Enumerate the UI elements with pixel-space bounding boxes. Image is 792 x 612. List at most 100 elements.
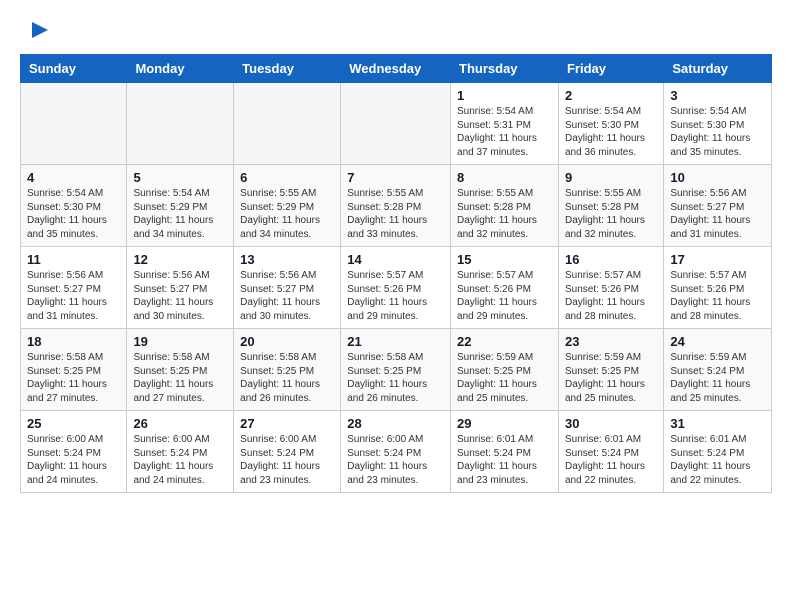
day-number: 15 — [457, 252, 552, 267]
day-info: Sunrise: 5:55 AM Sunset: 5:28 PM Dayligh… — [565, 187, 657, 241]
day-info: Sunrise: 5:57 AM Sunset: 5:26 PM Dayligh… — [457, 269, 552, 323]
day-number: 10 — [670, 170, 765, 185]
calendar-cell: 1 Sunrise: 5:54 AM Sunset: 5:31 PM Daylig… — [451, 83, 559, 165]
day-number: 3 — [670, 88, 765, 103]
day-number: 16 — [565, 252, 657, 267]
day-info: Sunrise: 5:58 AM Sunset: 5:25 PM Dayligh… — [27, 351, 120, 405]
day-number: 25 — [27, 416, 120, 431]
calendar-week-1: 4Sunrise: 5:54 AM Sunset: 5:30 PM Daylig… — [21, 165, 772, 247]
day-info: Sunrise: 5:55 AM Sunset: 5:29 PM Dayligh… — [240, 187, 334, 241]
header — [20, 16, 772, 44]
calendar-cell: 11 Sunrise: 5:56 AM Sunset: 5:27 PM Dayli… — [21, 247, 127, 329]
day-info: Sunrise: 5:57 AM Sunset: 5:26 PM Dayligh… — [565, 269, 657, 323]
calendar-header-sunday: Sunday — [21, 55, 127, 83]
day-info: Sunrise: 5:57 AM Sunset: 5:26 PM Dayligh… — [670, 269, 765, 323]
calendar-cell: 16 Sunrise: 5:57 AM Sunset: 5:26 PM Dayli… — [558, 247, 663, 329]
day-number: 2 — [565, 88, 657, 103]
calendar-header-row: SundayMondayTuesdayWednesdayThursdayFrid… — [21, 55, 772, 83]
day-info: Sunrise: 5:58 AM Sunset: 5:25 PM Dayligh… — [347, 351, 444, 405]
day-info: Sunrise: 6:00 AM Sunset: 5:24 PM Dayligh… — [27, 433, 120, 487]
day-info: Sunrise: 5:59 AM Sunset: 5:25 PM Dayligh… — [565, 351, 657, 405]
calendar-week-4: 25 Sunrise: 6:00 AM Sunset: 5:24 PM Dayli… — [21, 411, 772, 493]
day-number: 7 — [347, 170, 444, 185]
calendar-cell: 7 Sunrise: 5:55 AM Sunset: 5:28 PM Daylig… — [341, 165, 451, 247]
calendar-cell: 27Sunrise: 6:00 AM Sunset: 5:24 PM Dayli… — [234, 411, 341, 493]
page: SundayMondayTuesdayWednesdayThursdayFrid… — [0, 0, 792, 509]
day-number: 23 — [565, 334, 657, 349]
day-info: Sunrise: 5:56 AM Sunset: 5:27 PM Dayligh… — [240, 269, 334, 323]
calendar-cell: 15 Sunrise: 5:57 AM Sunset: 5:26 PM Dayli… — [451, 247, 559, 329]
day-number: 5 — [133, 170, 227, 185]
calendar-cell: 6 Sunrise: 5:55 AM Sunset: 5:29 PM Daylig… — [234, 165, 341, 247]
calendar-cell: 14Sunrise: 5:57 AM Sunset: 5:26 PM Dayli… — [341, 247, 451, 329]
day-number: 11 — [27, 252, 120, 267]
calendar-cell: 10 Sunrise: 5:56 AM Sunset: 5:27 PM Dayli… — [664, 165, 772, 247]
calendar-cell — [234, 83, 341, 165]
calendar-header-saturday: Saturday — [664, 55, 772, 83]
day-info: Sunrise: 6:01 AM Sunset: 5:24 PM Dayligh… — [457, 433, 552, 487]
calendar-cell: 2 Sunrise: 5:54 AM Sunset: 5:30 PM Daylig… — [558, 83, 663, 165]
calendar-cell: 22 Sunrise: 5:59 AM Sunset: 5:25 PM Dayli… — [451, 329, 559, 411]
day-number: 28 — [347, 416, 444, 431]
day-info: Sunrise: 5:55 AM Sunset: 5:28 PM Dayligh… — [347, 187, 444, 241]
calendar-cell: 5 Sunrise: 5:54 AM Sunset: 5:29 PM Daylig… — [127, 165, 234, 247]
day-number: 12 — [133, 252, 227, 267]
day-info: Sunrise: 5:56 AM Sunset: 5:27 PM Dayligh… — [670, 187, 765, 241]
calendar-cell: 24 Sunrise: 5:59 AM Sunset: 5:24 PM Dayli… — [664, 329, 772, 411]
day-number: 6 — [240, 170, 334, 185]
day-info: Sunrise: 5:54 AM Sunset: 5:31 PM Dayligh… — [457, 105, 552, 159]
day-number: 9 — [565, 170, 657, 185]
day-number: 13 — [240, 252, 334, 267]
calendar-cell — [127, 83, 234, 165]
calendar-cell: 21 Sunrise: 5:58 AM Sunset: 5:25 PM Dayli… — [341, 329, 451, 411]
calendar-table: SundayMondayTuesdayWednesdayThursdayFrid… — [20, 54, 772, 493]
day-info: Sunrise: 5:57 AM Sunset: 5:26 PM Dayligh… — [347, 269, 444, 323]
calendar-cell: 30Sunrise: 6:01 AM Sunset: 5:24 PM Dayli… — [558, 411, 663, 493]
calendar-cell: 9 Sunrise: 5:55 AM Sunset: 5:28 PM Daylig… — [558, 165, 663, 247]
calendar-cell: 20Sunrise: 5:58 AM Sunset: 5:25 PM Dayli… — [234, 329, 341, 411]
day-info: Sunrise: 5:55 AM Sunset: 5:28 PM Dayligh… — [457, 187, 552, 241]
calendar-cell: 29 Sunrise: 6:01 AM Sunset: 5:24 PM Dayli… — [451, 411, 559, 493]
day-info: Sunrise: 5:56 AM Sunset: 5:27 PM Dayligh… — [27, 269, 120, 323]
calendar-header-thursday: Thursday — [451, 55, 559, 83]
calendar-week-3: 18 Sunrise: 5:58 AM Sunset: 5:25 PM Dayli… — [21, 329, 772, 411]
calendar-week-2: 11 Sunrise: 5:56 AM Sunset: 5:27 PM Dayli… — [21, 247, 772, 329]
calendar-cell: 3Sunrise: 5:54 AM Sunset: 5:30 PM Daylig… — [664, 83, 772, 165]
day-number: 21 — [347, 334, 444, 349]
calendar-cell: 18 Sunrise: 5:58 AM Sunset: 5:25 PM Dayli… — [21, 329, 127, 411]
day-info: Sunrise: 6:01 AM Sunset: 5:24 PM Dayligh… — [670, 433, 765, 487]
calendar-cell: 4Sunrise: 5:54 AM Sunset: 5:30 PM Daylig… — [21, 165, 127, 247]
calendar-cell: 31 Sunrise: 6:01 AM Sunset: 5:24 PM Dayli… — [664, 411, 772, 493]
day-number: 17 — [670, 252, 765, 267]
calendar-cell — [341, 83, 451, 165]
day-number: 31 — [670, 416, 765, 431]
day-number: 22 — [457, 334, 552, 349]
calendar-header-friday: Friday — [558, 55, 663, 83]
day-info: Sunrise: 5:59 AM Sunset: 5:24 PM Dayligh… — [670, 351, 765, 405]
day-number: 19 — [133, 334, 227, 349]
day-info: Sunrise: 5:54 AM Sunset: 5:29 PM Dayligh… — [133, 187, 227, 241]
calendar-cell: 23 Sunrise: 5:59 AM Sunset: 5:25 PM Dayli… — [558, 329, 663, 411]
calendar-header-wednesday: Wednesday — [341, 55, 451, 83]
day-number: 26 — [133, 416, 227, 431]
day-info: Sunrise: 5:58 AM Sunset: 5:25 PM Dayligh… — [133, 351, 227, 405]
day-info: Sunrise: 6:00 AM Sunset: 5:24 PM Dayligh… — [240, 433, 334, 487]
day-number: 18 — [27, 334, 120, 349]
day-info: Sunrise: 6:01 AM Sunset: 5:24 PM Dayligh… — [565, 433, 657, 487]
day-info: Sunrise: 5:59 AM Sunset: 5:25 PM Dayligh… — [457, 351, 552, 405]
day-info: Sunrise: 5:58 AM Sunset: 5:25 PM Dayligh… — [240, 351, 334, 405]
calendar-cell: 8Sunrise: 5:55 AM Sunset: 5:28 PM Daylig… — [451, 165, 559, 247]
day-number: 29 — [457, 416, 552, 431]
day-number: 24 — [670, 334, 765, 349]
day-info: Sunrise: 5:54 AM Sunset: 5:30 PM Dayligh… — [27, 187, 120, 241]
day-info: Sunrise: 5:54 AM Sunset: 5:30 PM Dayligh… — [565, 105, 657, 159]
calendar-cell: 26Sunrise: 6:00 AM Sunset: 5:24 PM Dayli… — [127, 411, 234, 493]
calendar-header-monday: Monday — [127, 55, 234, 83]
calendar-cell: 25 Sunrise: 6:00 AM Sunset: 5:24 PM Dayli… — [21, 411, 127, 493]
day-info: Sunrise: 6:00 AM Sunset: 5:24 PM Dayligh… — [347, 433, 444, 487]
calendar-cell — [21, 83, 127, 165]
day-number: 1 — [457, 88, 552, 103]
calendar-cell: 19 Sunrise: 5:58 AM Sunset: 5:25 PM Dayli… — [127, 329, 234, 411]
calendar-week-0: 1 Sunrise: 5:54 AM Sunset: 5:31 PM Daylig… — [21, 83, 772, 165]
calendar-header-tuesday: Tuesday — [234, 55, 341, 83]
